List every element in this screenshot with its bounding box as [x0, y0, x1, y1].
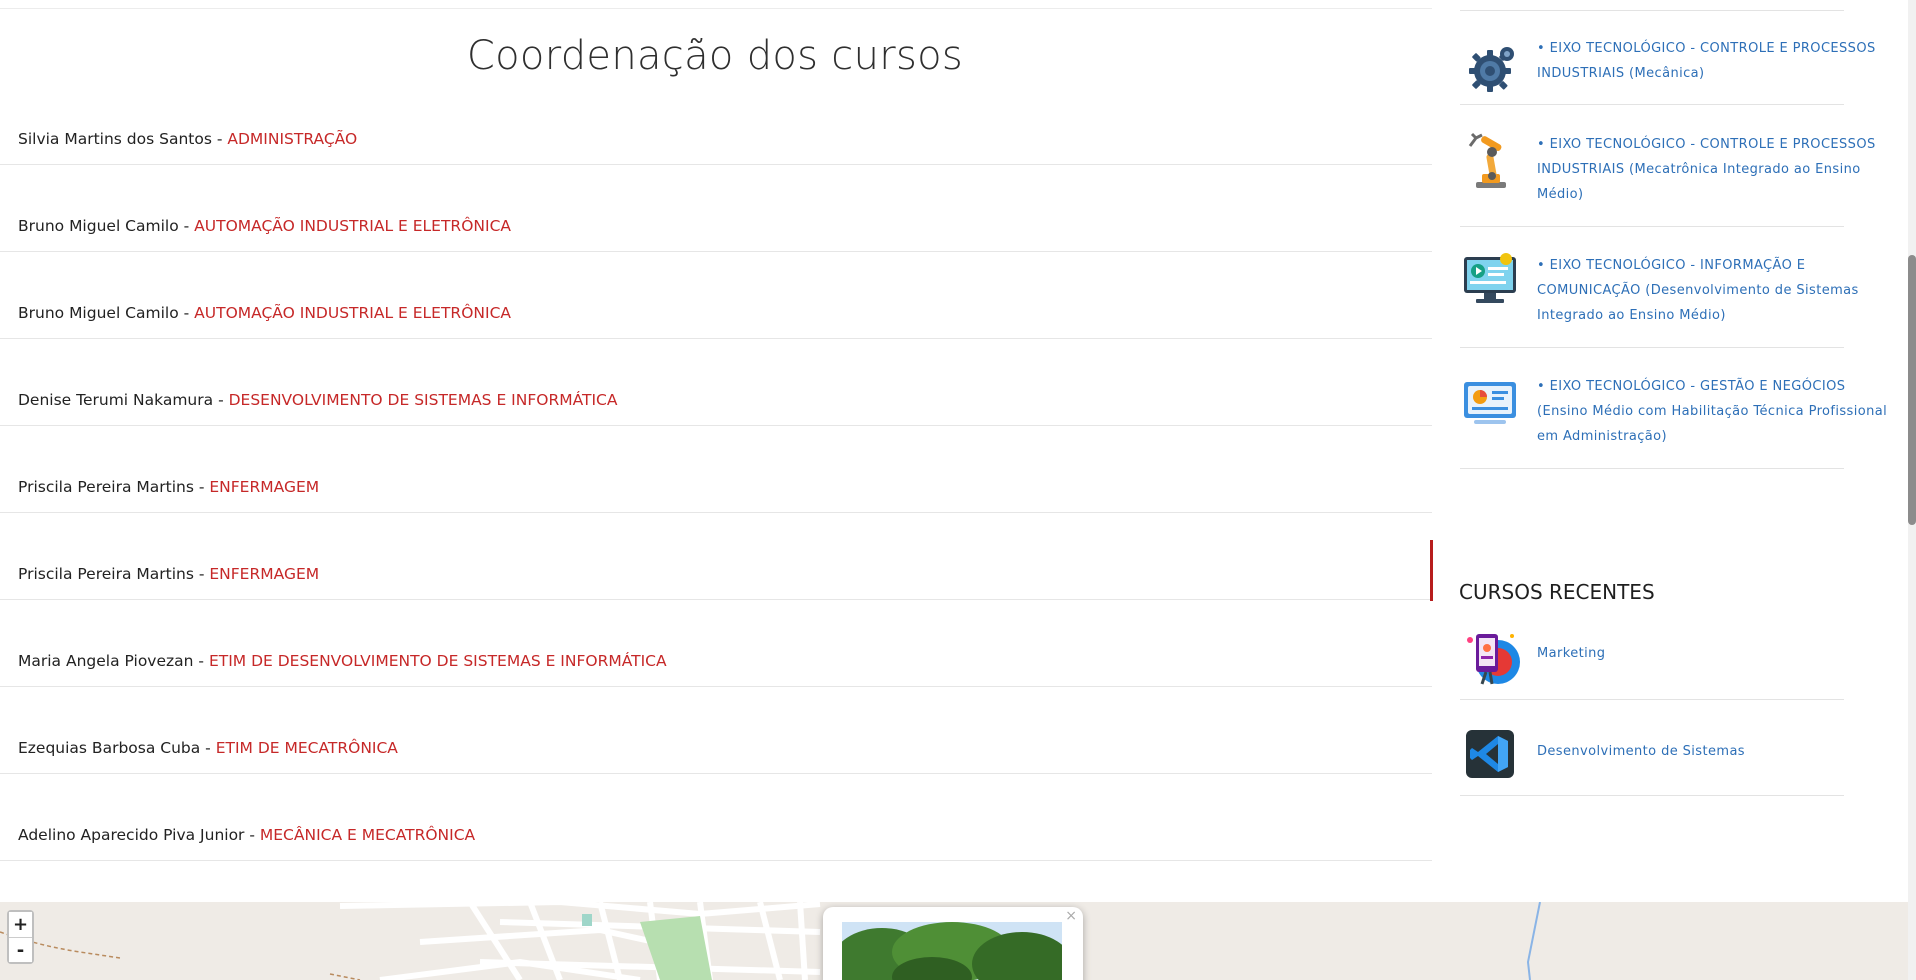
coordinator-line: Priscila Pereira Martins - ENFERMAGEM: [18, 565, 319, 583]
coordinator-line: Denise Terumi Nakamura - DESENVOLVIMENTO…: [18, 391, 617, 409]
coordinator-name: Ezequias Barbosa Cuba: [18, 739, 201, 757]
coordinator-line: Bruno Miguel Camilo - AUTOMAÇÃO INDUSTRI…: [18, 304, 511, 322]
map-zoom-control: + -: [7, 910, 34, 964]
divider: [1460, 468, 1844, 469]
separator: -: [178, 304, 195, 322]
separator: -: [244, 826, 260, 844]
eixo-link[interactable]: • EIXO TECNOLÓGICO - CONTROLE E PROCESSO…: [1537, 132, 1897, 207]
zoom-out-button[interactable]: -: [9, 937, 32, 962]
coordinator-list: Silvia Martins dos Santos - ADMINISTRAÇÃ…: [0, 105, 1432, 861]
list-item: Maria Angela Piovezan - ETIM DE DESENVOL…: [0, 600, 1432, 687]
coordinator-line: Silvia Martins dos Santos - ADMINISTRAÇÃ…: [18, 130, 357, 148]
course-name: ENFERMAGEM: [209, 565, 320, 583]
coordinator-name: Denise Terumi Nakamura: [18, 391, 214, 409]
eixo-link[interactable]: • EIXO TECNOLÓGICO - INFORMAÇÃO E COMUNI…: [1537, 253, 1897, 328]
divider: [1460, 795, 1844, 796]
robot-arm-icon: [1462, 132, 1518, 188]
vscode-icon: [1462, 726, 1518, 782]
list-item: Priscila Pereira Martins - ENFERMAGEM: [0, 426, 1432, 513]
course-name: ENFERMAGEM: [209, 478, 320, 496]
course-name: MECÂNICA E MECATRÔNICA: [259, 826, 476, 844]
map[interactable]: + - ×: [0, 902, 1908, 980]
list-item: Denise Terumi Nakamura - DESENVOLVIMENTO…: [0, 339, 1432, 426]
divider: [0, 8, 1432, 9]
page-scrollbar[interactable]: [1908, 0, 1916, 980]
coordinator-name: Maria Angela Piovezan: [18, 652, 194, 670]
gear-icon: [1462, 42, 1518, 98]
course-name: DESENVOLVIMENTO DE SISTEMAS E INFORMÁTIC…: [228, 391, 618, 409]
close-icon[interactable]: ×: [1065, 908, 1077, 924]
location-photo: [842, 922, 1062, 980]
active-marker: [1430, 540, 1433, 601]
list-item: Bruno Miguel Camilo - AUTOMAÇÃO INDUSTRI…: [0, 252, 1432, 339]
recent-courses-title: CURSOS RECENTES: [1459, 580, 1655, 604]
recent-course-link[interactable]: Desenvolvimento de Sistemas: [1537, 739, 1897, 764]
eixo-link[interactable]: • EIXO TECNOLÓGICO - GESTÃO E NEGÓCIOS (…: [1537, 374, 1897, 449]
recent-course-link[interactable]: Marketing: [1537, 641, 1897, 666]
map-popup: ×: [823, 907, 1083, 980]
eixo-link[interactable]: • EIXO TECNOLÓGICO - CONTROLE E PROCESSO…: [1537, 36, 1897, 86]
separator: -: [193, 565, 210, 583]
coordinator-line: Maria Angela Piovezan - ETIM DE DESENVOL…: [18, 652, 667, 670]
sidebar: • EIXO TECNOLÓGICO - CONTROLE E PROCESSO…: [1458, 0, 1898, 900]
marketing-icon: [1462, 628, 1520, 685]
divider: [1460, 226, 1844, 227]
zoom-in-button[interactable]: +: [9, 912, 32, 937]
coordinator-name: Bruno Miguel Camilo: [18, 217, 179, 235]
list-item: Adelino Aparecido Piva Junior - MECÂNICA…: [0, 774, 1432, 861]
separator: -: [193, 652, 209, 670]
separator: -: [211, 130, 228, 148]
page-title: Coordenação dos cursos: [466, 33, 964, 79]
list-item: Priscila Pereira Martins - ENFERMAGEM: [0, 513, 1432, 600]
course-name: AUTOMAÇÃO INDUSTRIAL E ELETRÔNICA: [194, 304, 511, 322]
course-name: ADMINISTRAÇÃO: [227, 130, 358, 148]
coordinator-name: Bruno Miguel Camilo: [18, 304, 179, 322]
coordinator-line: Priscila Pereira Martins - ENFERMAGEM: [18, 478, 319, 496]
course-name: AUTOMAÇÃO INDUSTRIAL E ELETRÔNICA: [194, 217, 511, 235]
coordinator-name: Silvia Martins dos Santos: [18, 130, 212, 148]
coordinator-line: Adelino Aparecido Piva Junior - MECÂNICA…: [18, 826, 475, 844]
coordinator-name: Adelino Aparecido Piva Junior: [18, 826, 245, 844]
divider: [1460, 10, 1844, 11]
separator: -: [193, 478, 210, 496]
coordinator-line: Bruno Miguel Camilo - AUTOMAÇÃO INDUSTRI…: [18, 217, 511, 235]
computer-screen-icon: [1462, 253, 1518, 309]
course-name: ETIM DE MECATRÔNICA: [215, 739, 398, 757]
coordinator-line: Ezequias Barbosa Cuba - ETIM DE MECATRÔN…: [18, 739, 398, 757]
coordinator-name: Priscila Pereira Martins: [18, 565, 194, 583]
dashboard-icon: [1462, 380, 1518, 436]
divider: [1460, 347, 1844, 348]
list-item: Bruno Miguel Camilo - AUTOMAÇÃO INDUSTRI…: [0, 165, 1432, 252]
list-item: Ezequias Barbosa Cuba - ETIM DE MECATRÔN…: [0, 687, 1432, 774]
coordinator-name: Priscila Pereira Martins: [18, 478, 194, 496]
separator: -: [213, 391, 229, 409]
divider: [1460, 699, 1844, 700]
main-content: Coordenação dos cursos Silvia Martins do…: [0, 0, 1433, 900]
scrollbar-thumb[interactable]: [1908, 255, 1916, 525]
list-item: Silvia Martins dos Santos - ADMINISTRAÇÃ…: [0, 105, 1432, 165]
separator: -: [178, 217, 195, 235]
divider: [1460, 104, 1844, 105]
course-name: ETIM DE DESENVOLVIMENTO DE SISTEMAS E IN…: [208, 652, 667, 670]
separator: -: [200, 739, 216, 757]
